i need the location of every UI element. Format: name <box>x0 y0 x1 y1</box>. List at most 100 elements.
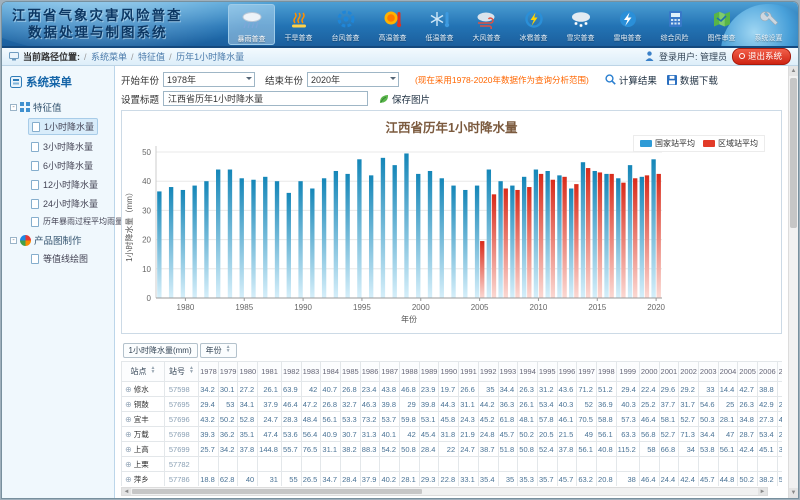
year-column-header: 1984 <box>321 362 341 382</box>
sidebar-group-product-maps[interactable]: - 产品图制作 <box>10 233 114 247</box>
precip-value-cell <box>537 457 557 472</box>
sort-icon <box>150 366 155 374</box>
power-icon <box>739 53 745 59</box>
precip-value-cell: 43.8 <box>380 382 400 397</box>
sidebar-item-storm-process-avg[interactable]: 历年暴雨过程平均雨量 <box>28 215 126 228</box>
scrollbar-thumb[interactable] <box>132 489 422 494</box>
table-row[interactable]: ⊕上高5769925.734.237.8144.855.776.531.138.… <box>122 442 783 457</box>
toolbar-item-hail[interactable]: 冰雹普查 <box>510 4 557 45</box>
download-button[interactable]: 数据下载 <box>667 73 718 87</box>
precip-value-cell: 21.9 <box>459 427 479 442</box>
table-row[interactable]: ⊕修水5759834.230.127.226.163.94240.726.823… <box>122 382 783 397</box>
chart-legend: 国家站平均 区域站平均 <box>633 135 765 152</box>
scroll-right-arrow[interactable]: ► <box>758 488 767 495</box>
precip-value-cell: 39.8 <box>380 397 400 412</box>
horizontal-scrollbar[interactable]: ◄ ► <box>121 487 768 496</box>
precip-value-cell: 40.9 <box>321 427 341 442</box>
table-row[interactable]: ⊕宜丰5769643.250.252.824.728.348.456.153.3… <box>122 412 783 427</box>
year-column-header: 1979 <box>218 362 238 382</box>
station-id-column-header[interactable]: 站号 <box>164 362 198 382</box>
precip-value-cell: 22 <box>439 442 459 457</box>
save-image-button[interactable]: 保存图片 <box>378 92 430 106</box>
breadcrumb-segment[interactable]: 历年1小时降水量 <box>169 50 244 63</box>
scroll-down-arrow[interactable]: ▼ <box>789 488 798 498</box>
precip-value-cell: 21.5 <box>557 427 577 442</box>
precip-value-cell <box>738 457 758 472</box>
toolbar-item-settings[interactable]: 系统设置 <box>745 4 792 45</box>
sidebar-item-isoline-map[interactable]: 等值线绘图 <box>28 251 91 266</box>
pie-icon <box>20 235 31 246</box>
legend-item-regional[interactable]: 区域站平均 <box>703 138 758 149</box>
expand-row-icon[interactable]: ⊕ <box>125 400 132 409</box>
precip-value-cell <box>380 457 400 472</box>
precip-value-cell: 49 <box>577 427 597 442</box>
toolbar-item-snow[interactable]: 雪灾普查 <box>557 4 604 45</box>
toolbar-item-drought[interactable]: 干旱普查 <box>275 4 322 45</box>
precip-value-cell: 50.2 <box>218 412 238 427</box>
precip-value-cell: 26.5 <box>301 472 321 487</box>
year-column-header: 1982 <box>281 362 301 382</box>
table-row[interactable]: ⊕铜鼓5769529.45334.137.946.447.226.832.746… <box>122 397 783 412</box>
sidebar-item-24h-precip[interactable]: 24小时降水量 <box>28 196 101 211</box>
toolbar-item-lightning[interactable]: 雷电普查 <box>604 4 651 45</box>
legend-item-national[interactable]: 国家站平均 <box>640 138 695 149</box>
precip-value-cell: 19.7 <box>439 382 459 397</box>
precip-value-cell <box>439 457 459 472</box>
precip-value-cell: 44.8 <box>718 472 738 487</box>
sidebar-item-12h-precip[interactable]: 12小时降水量 <box>28 177 101 192</box>
table-row[interactable]: ⊕萍乡5778618.862.840315526.534.728.437.940… <box>122 472 783 487</box>
chevron-down-icon <box>246 77 252 80</box>
expand-row-icon[interactable]: ⊕ <box>125 445 132 454</box>
toolbar-item-rainstorm[interactable]: 暴雨普查 <box>228 4 275 45</box>
scroll-up-arrow[interactable]: ▲ <box>789 66 798 76</box>
start-year-select[interactable]: 1978年 <box>163 72 255 87</box>
precip-value-cell <box>281 457 301 472</box>
table-row[interactable]: ⊕万载5769839.336.235.147.453.656.440.930.7… <box>122 427 783 442</box>
table-row[interactable]: ⊕上栗57782 <box>122 457 783 472</box>
svg-text:2005: 2005 <box>471 303 489 312</box>
scrollbar-thumb[interactable] <box>790 78 797 228</box>
toolbar-item-composite-risk[interactable]: 综合风险 <box>651 4 698 45</box>
sidebar-item-3h-precip[interactable]: 3小时降水量 <box>28 139 96 154</box>
precip-value-cell: 34.4 <box>498 382 518 397</box>
sidebar-item-6h-precip[interactable]: 6小时降水量 <box>28 158 96 173</box>
collapse-icon[interactable]: - <box>10 104 17 111</box>
expand-row-icon[interactable]: ⊕ <box>125 415 132 424</box>
toolbar-item-low-temp[interactable]: 低温普查 <box>416 4 463 45</box>
logout-button[interactable]: 退出系统 <box>732 48 791 65</box>
precip-value-cell: 46.1 <box>557 412 577 427</box>
expand-row-icon[interactable]: ⊕ <box>125 430 132 439</box>
year-column-header: 1995 <box>537 362 557 382</box>
expand-row-icon[interactable]: ⊕ <box>125 385 132 394</box>
precip-value-cell: 50.8 <box>518 442 538 457</box>
sidebar-item-1h-precip[interactable]: 1小时降水量 <box>28 118 98 135</box>
vertical-scrollbar[interactable]: ▲ ▼ <box>788 66 798 498</box>
year-column-header: 2003 <box>698 362 718 382</box>
main-area: 开始年份 1978年 结束年份 2020年 (现在采用1978-2020年数据作… <box>115 66 788 498</box>
expand-row-icon[interactable]: ⊕ <box>125 460 132 469</box>
breadcrumb-segment[interactable]: 系统菜单 <box>84 50 127 63</box>
toolbar-item-map-review[interactable]: 图件审查 <box>698 4 745 45</box>
legend-swatch-red <box>703 140 715 147</box>
precip-value-cell <box>199 457 219 472</box>
collapse-icon[interactable]: - <box>10 237 17 244</box>
precip-value-cell: 63.3 <box>616 427 639 442</box>
precip-value-cell: 38 <box>616 472 639 487</box>
calculate-button[interactable]: 计算结果 <box>605 73 657 87</box>
toolbar-item-typhoon[interactable]: 台风普查 <box>322 4 369 45</box>
station-column-header[interactable]: 站点 <box>122 362 165 382</box>
year-column-header: 1987 <box>380 362 400 382</box>
precip-value-cell: 58 <box>639 442 659 457</box>
end-year-select[interactable]: 2020年 <box>307 72 399 87</box>
sidebar-group-feature-values[interactable]: - 特征值 <box>10 100 114 114</box>
title-controls: 设置标题 江西省历年1小时降水量 保存图片 <box>121 89 782 108</box>
toolbar-item-high-temp[interactable]: 高温普查 <box>369 4 416 45</box>
precip-value-cell: 52.8 <box>238 412 258 427</box>
toolbar-item-gale[interactable]: 大风普查 <box>463 4 510 45</box>
precip-value-cell: 33.1 <box>459 472 479 487</box>
year-sort-control[interactable]: 年份 <box>200 343 237 358</box>
breadcrumb-segment[interactable]: 特征值 <box>131 50 165 63</box>
scroll-left-arrow[interactable]: ◄ <box>122 488 131 495</box>
chart-title-input[interactable]: 江西省历年1小时降水量 <box>163 91 368 106</box>
expand-row-icon[interactable]: ⊕ <box>125 475 132 484</box>
